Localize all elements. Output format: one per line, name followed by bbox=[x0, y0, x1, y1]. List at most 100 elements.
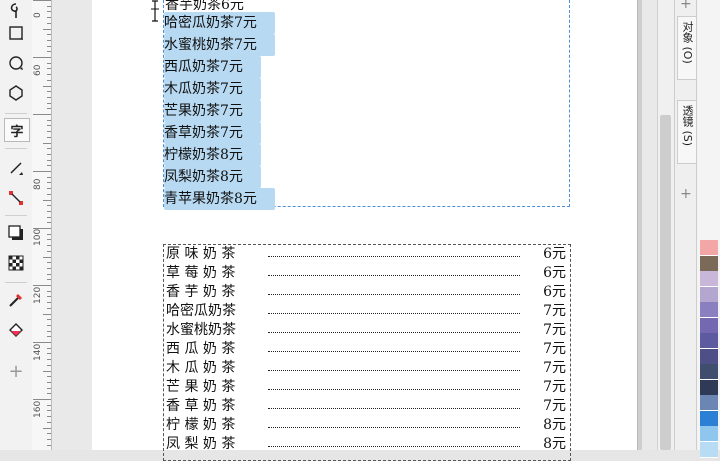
menu-text-frame[interactable]: 原 味 奶 茶 6元 草 莓 奶 茶 6元 香 芋 奶 茶 6元 哈密瓜奶茶 7元 水蜜… bbox=[163, 244, 571, 461]
ruler-tick bbox=[33, 342, 51, 343]
menu-row[interactable]: 芒 果 奶 茶 7元 bbox=[164, 378, 570, 397]
menu-row[interactable]: 原 味 奶 茶 6元 bbox=[164, 245, 570, 264]
eyedropper-icon[interactable] bbox=[4, 289, 28, 311]
menu-item-price: 6元 bbox=[543, 265, 566, 281]
color-swatch[interactable] bbox=[700, 317, 718, 334]
checkerboard-icon[interactable] bbox=[4, 252, 28, 274]
selected-line[interactable]: 青苹果奶茶8元 bbox=[164, 188, 275, 210]
menu-item-name: 柠 檬 奶 茶 bbox=[166, 417, 236, 433]
color-swatch[interactable] bbox=[700, 255, 718, 272]
ruler-tick bbox=[47, 182, 51, 184]
menu-item-name: 木 瓜 奶 茶 bbox=[166, 360, 236, 376]
ruler-tick bbox=[47, 273, 51, 275]
ruler-tick bbox=[47, 250, 51, 252]
selected-text[interactable]: 哈密瓜奶茶7元 水蜜桃奶茶7元 西瓜奶茶7元 木瓜奶茶7元 芒果奶茶7元 香草奶… bbox=[164, 12, 275, 210]
menu-row[interactable]: 凤 梨 奶 茶 8元 bbox=[164, 435, 570, 454]
palette-empty-area bbox=[700, 0, 718, 238]
ellipse-icon[interactable] bbox=[4, 52, 28, 74]
color-swatch[interactable] bbox=[700, 395, 718, 411]
drop-shadow-icon[interactable] bbox=[4, 222, 28, 244]
toolbox-separator bbox=[5, 148, 27, 149]
menu-row[interactable]: 哈密瓜奶茶 7元 bbox=[164, 302, 570, 321]
menu-item-price: 7元 bbox=[543, 360, 566, 376]
ruler-tick bbox=[33, 114, 51, 115]
ruler-tick bbox=[47, 222, 51, 224]
document-page[interactable]: 香芋奶茶6元 哈密瓜奶茶7元 水蜜桃奶茶7元 西瓜奶茶7元 木瓜奶茶7元 芒果奶… bbox=[92, 0, 638, 461]
ruler-tick bbox=[47, 387, 51, 389]
menu-row[interactable]: 西 瓜 奶 茶 7元 bbox=[164, 340, 570, 359]
color-swatch[interactable] bbox=[700, 410, 718, 427]
text-cursor-icon bbox=[151, 0, 159, 22]
ruler-tick bbox=[47, 353, 51, 355]
ruler-tick bbox=[47, 205, 51, 207]
ruler-tick bbox=[47, 11, 51, 13]
ruler-tick bbox=[47, 438, 51, 440]
vertical-scrollbar[interactable] bbox=[657, 0, 674, 450]
ruler-label: 160 bbox=[33, 400, 43, 418]
spiral-icon[interactable] bbox=[4, 0, 28, 22]
ruler-label: 120 bbox=[33, 286, 43, 304]
line-icon[interactable] bbox=[4, 157, 28, 179]
menu-item-name: 芒 果 奶 茶 bbox=[166, 379, 236, 395]
menu-row[interactable]: 香 芋 奶 茶 6元 bbox=[164, 283, 570, 302]
color-swatch[interactable] bbox=[700, 426, 718, 442]
drawing-canvas[interactable]: 香芋奶茶6元 哈密瓜奶茶7元 水蜜桃奶茶7元 西瓜奶茶7元 木瓜奶茶7元 芒果奶… bbox=[52, 0, 657, 461]
vertical-ruler: 0 60 80 100 120 140 160 bbox=[32, 0, 52, 450]
leader-dots bbox=[268, 389, 520, 390]
ruler-tick bbox=[47, 239, 51, 241]
menu-item-name: 凤 梨 奶 茶 bbox=[166, 436, 236, 452]
connector-icon[interactable] bbox=[4, 187, 28, 209]
color-palette bbox=[696, 0, 720, 458]
menu-row[interactable]: 木 瓜 奶 茶 7元 bbox=[164, 359, 570, 378]
color-swatch[interactable] bbox=[700, 240, 718, 256]
ruler-tick bbox=[33, 57, 51, 58]
color-swatch[interactable] bbox=[700, 302, 718, 318]
ruler-tick bbox=[47, 421, 51, 423]
selected-line[interactable]: 水蜜桃奶茶7元 bbox=[164, 34, 275, 56]
ruler-tick bbox=[47, 91, 51, 93]
selected-line[interactable]: 西瓜奶茶7元 bbox=[164, 56, 275, 78]
ruler-tick bbox=[47, 68, 51, 70]
menu-row[interactable]: 香 草 奶 茶 7元 bbox=[164, 397, 570, 416]
menu-item-name: 香 芋 奶 茶 bbox=[166, 284, 236, 300]
ruler-tick bbox=[47, 131, 51, 133]
plus-icon[interactable]: + bbox=[680, 186, 692, 202]
leader-dots bbox=[268, 256, 520, 257]
color-swatch[interactable] bbox=[700, 286, 718, 303]
page-shadow bbox=[638, 0, 642, 450]
ruler-tick bbox=[47, 359, 51, 361]
text-icon[interactable]: 字 bbox=[4, 118, 30, 142]
leader-dots bbox=[268, 427, 520, 428]
rectangle-icon[interactable] bbox=[4, 22, 28, 44]
menu-row[interactable]: 水蜜桃奶茶 7元 bbox=[164, 321, 570, 340]
color-swatch[interactable] bbox=[700, 379, 718, 396]
ruler-tick bbox=[33, 0, 51, 1]
selected-line[interactable]: 哈密瓜奶茶7元 bbox=[164, 12, 275, 34]
tab-objects[interactable]: 对象 (O) bbox=[677, 16, 697, 80]
selected-line[interactable]: 香草奶茶7元 bbox=[164, 122, 275, 144]
tab-lens[interactable]: 透镜 (S) bbox=[677, 100, 697, 164]
color-swatch[interactable] bbox=[700, 364, 718, 380]
plus-icon[interactable]: + bbox=[680, 0, 692, 12]
selected-line[interactable]: 木瓜奶茶7元 bbox=[164, 78, 275, 100]
menu-row[interactable]: 草 莓 奶 茶 6元 bbox=[164, 264, 570, 283]
paint-bucket-icon[interactable] bbox=[4, 319, 28, 341]
ruler-tick bbox=[47, 51, 51, 53]
ruler-tick bbox=[47, 376, 51, 378]
polygon-icon[interactable] bbox=[4, 82, 28, 104]
color-swatch[interactable] bbox=[700, 333, 718, 349]
ruler-label: 140 bbox=[33, 343, 43, 361]
plus-icon[interactable]: + bbox=[4, 360, 28, 382]
menu-row[interactable]: 柠 檬 奶 茶 8元 bbox=[164, 416, 570, 435]
color-swatch[interactable] bbox=[700, 271, 718, 287]
menu-item-name: 西 瓜 奶 茶 bbox=[166, 341, 236, 357]
ruler-tick bbox=[47, 108, 51, 110]
selected-line[interactable]: 芒果奶茶7元 bbox=[164, 100, 275, 122]
selected-line[interactable]: 柠檬奶茶8元 bbox=[164, 144, 275, 166]
leader-dots bbox=[268, 313, 520, 314]
scrollbar-thumb[interactable] bbox=[660, 115, 671, 450]
menu-item-price: 8元 bbox=[543, 436, 566, 452]
ruler-tick bbox=[47, 148, 51, 150]
color-swatch[interactable] bbox=[700, 348, 718, 365]
selected-line[interactable]: 凤梨奶茶8元 bbox=[164, 166, 275, 188]
